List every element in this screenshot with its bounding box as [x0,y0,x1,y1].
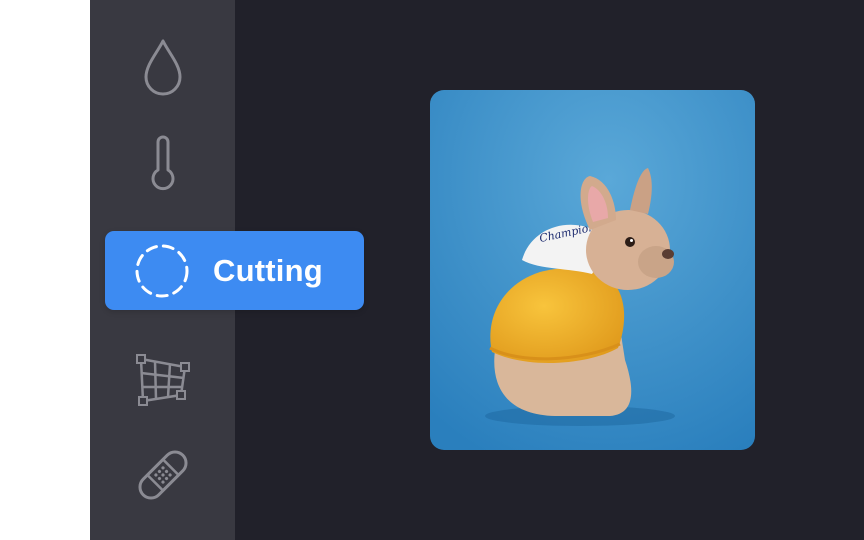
tool-cutting-label: Cutting [213,252,323,288]
thermometer-icon [151,135,174,191]
tool-color[interactable] [90,32,235,102]
tool-cutting[interactable]: Cutting [105,231,364,310]
dashed-circle-icon [133,242,191,300]
tool-temperature[interactable] [90,128,235,198]
drop-icon [144,39,181,96]
tool-heal[interactable] [90,440,235,510]
bandage-icon [137,450,188,500]
photo-preview: Champion [430,90,755,450]
warp-grid-icon [135,354,190,406]
tool-warp[interactable] [90,344,235,414]
